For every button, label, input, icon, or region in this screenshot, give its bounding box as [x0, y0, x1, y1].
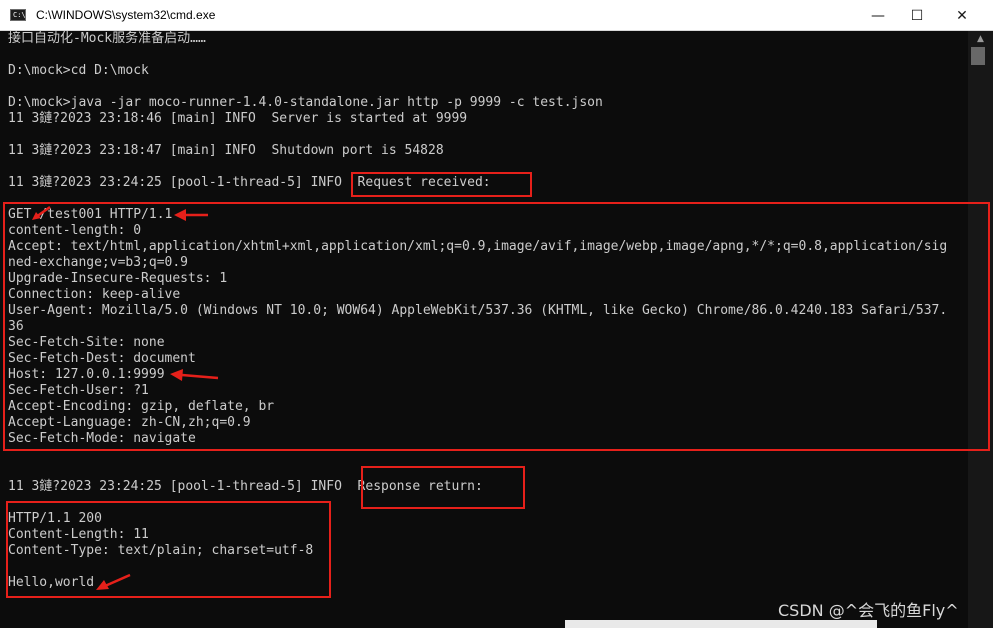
scrollbar-thumb[interactable]	[971, 47, 985, 65]
console-line: 11 3鏈?2023 23:18:47 [main] INFO Shutdown…	[8, 143, 444, 158]
annotation-box-response-body	[6, 501, 331, 598]
maximize-button[interactable]: ☐	[894, 0, 940, 31]
annotation-arrow-icon	[96, 573, 131, 590]
window-title: C:\WINDOWS\system32\cmd.exe	[36, 8, 216, 22]
background-window-strip	[565, 620, 877, 628]
csdn-watermark: CSDN @^会飞的鱼Fly^	[778, 601, 959, 620]
cmd-app-icon[interactable]: C:\	[10, 9, 26, 21]
annotation-box-response-return	[361, 466, 525, 509]
close-button[interactable]: ✕	[939, 0, 985, 31]
annotation-box-request-headers	[3, 202, 990, 451]
annotation-arrow-icon	[170, 369, 219, 381]
cmd-icon-label: C:\	[13, 11, 26, 19]
console-line: D:\mock>java -jar moco-runner-1.4.0-stan…	[8, 95, 603, 110]
console-line: D:\mock>cd D:\mock	[8, 63, 149, 78]
annotation-arrow-icon	[174, 209, 208, 221]
annotation-box-request-received	[351, 172, 532, 197]
title-bar: C:\ C:\WINDOWS\system32\cmd.exe — ☐ ✕	[0, 0, 993, 31]
annotation-arrow-icon	[32, 205, 51, 220]
console-line: 接口自动化-Mock服务准备启动……	[8, 31, 206, 46]
scroll-up-arrow-icon[interactable]: ▲	[968, 31, 993, 47]
console-line: 11 3鏈?2023 23:18:46 [main] INFO Server i…	[8, 111, 468, 126]
